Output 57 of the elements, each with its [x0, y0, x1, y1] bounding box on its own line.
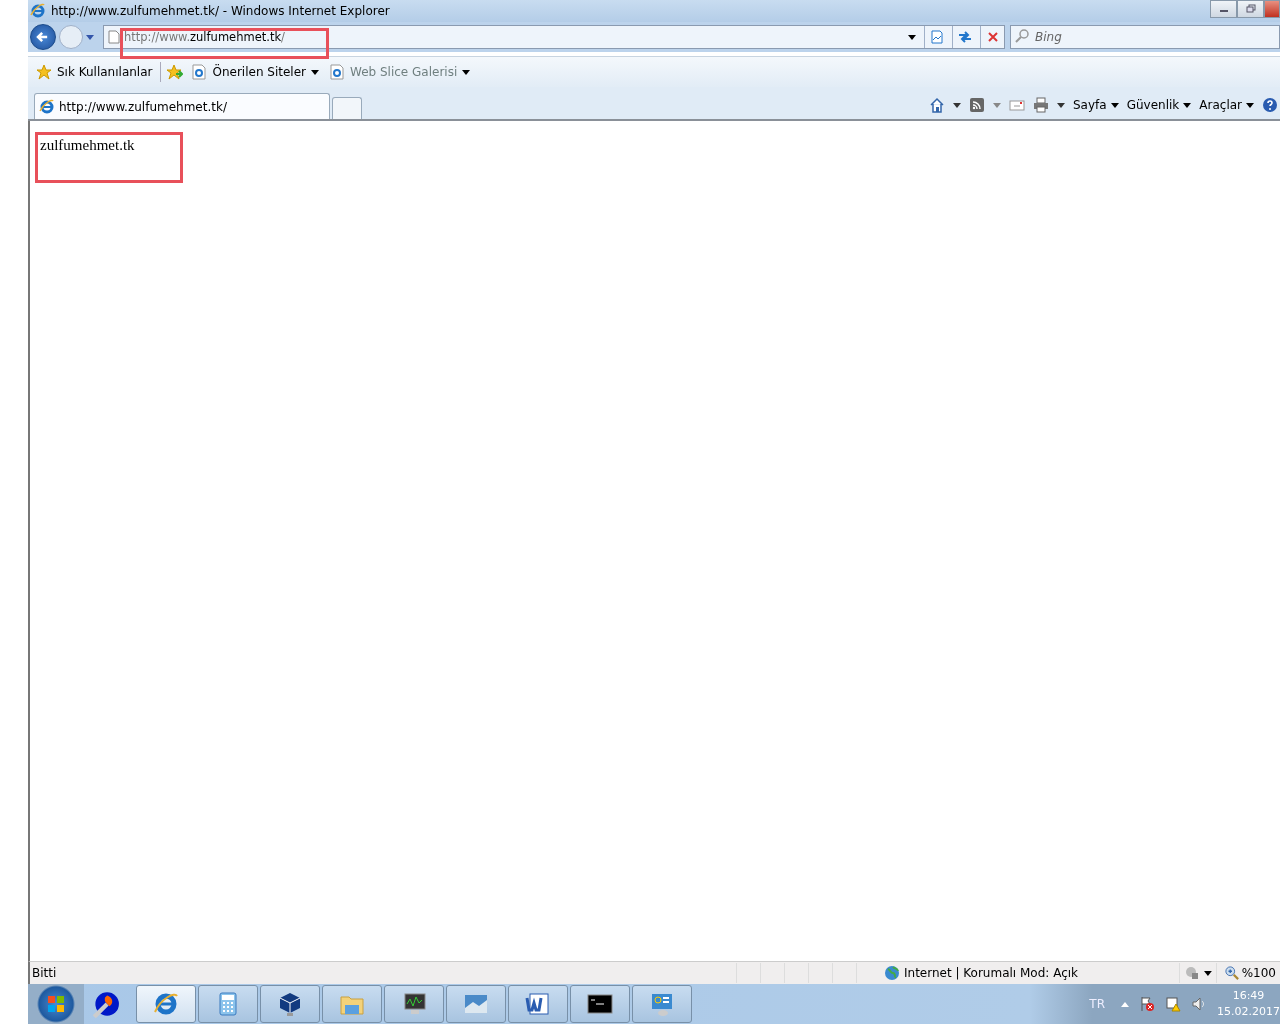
command-menu[interactable]: Araçlar [1199, 98, 1254, 112]
status-text: Bitti [31, 966, 58, 980]
browser-logo-icon [39, 98, 55, 115]
windows-logo-icon [46, 994, 66, 1014]
dropdown-arrow-icon [311, 69, 319, 75]
add-favorite-icon[interactable] [167, 64, 184, 80]
help-icon[interactable] [1262, 97, 1278, 113]
command-menu[interactable]: Sayfa [1073, 98, 1119, 112]
command-menu[interactable]: Güvenlik [1126, 98, 1192, 112]
taskbar-button[interactable] [384, 985, 444, 1023]
restore-icon [1244, 4, 1257, 14]
feed-icon[interactable] [969, 97, 985, 113]
taskbar-button[interactable] [260, 985, 320, 1023]
dropdown-arrow-icon[interactable] [953, 102, 961, 108]
favorites-bar-item[interactable]: Önerilen Siteler [189, 62, 321, 82]
start-button[interactable] [28, 984, 84, 1024]
dropdown-arrow-icon [1183, 102, 1192, 108]
close-button[interactable] [1264, 0, 1280, 18]
torch-icon[interactable] [90, 989, 120, 1019]
speaker-icon[interactable] [1191, 996, 1207, 1012]
show-hidden-icons-icon[interactable] [1121, 1001, 1129, 1007]
search-field[interactable]: Bing [1010, 25, 1280, 49]
search-icon [1014, 28, 1030, 44]
browser-tab[interactable]: http://www.zulfumehmet.tk/ [34, 93, 330, 119]
word-icon [524, 990, 552, 1018]
history-dropdown-icon[interactable] [86, 34, 94, 40]
address-text: http://www.zulfumehmet.tk/ [124, 30, 285, 44]
printer-icon[interactable] [1033, 97, 1049, 113]
dropdown-arrow-icon [1110, 102, 1119, 108]
page-chart-icon [928, 29, 945, 45]
globe-icon [884, 965, 900, 981]
refresh-icon [956, 29, 973, 45]
dropdown-arrow-icon [1246, 102, 1254, 108]
network-warning-icon[interactable] [1165, 996, 1181, 1012]
minimize-button[interactable] [1210, 0, 1237, 18]
restore-button[interactable] [1237, 0, 1264, 18]
window-title: http://www.zulfumehmet.tk/ - Windows Internet Explorer [51, 4, 390, 18]
taskbar-button[interactable] [570, 985, 630, 1023]
taskbar-button[interactable] [508, 985, 568, 1023]
back-button[interactable] [30, 24, 56, 50]
flag-icon[interactable] [1139, 996, 1155, 1012]
browser-logo-icon [30, 3, 46, 19]
security-zone-text: Internet | Korumalı Mod: Açık [904, 966, 1080, 980]
zoom-button[interactable]: %100 [1220, 966, 1280, 980]
web-page-icon [191, 64, 208, 80]
web-page-icon [329, 64, 345, 80]
home-icon[interactable] [929, 97, 945, 113]
magnifier-icon [1224, 966, 1239, 980]
dropdown-arrow-icon[interactable] [908, 34, 916, 40]
dropdown-arrow-icon[interactable] [1057, 102, 1065, 108]
dropdown-arrow-icon [462, 69, 471, 75]
page-text: zulfumehmet.tk [40, 137, 135, 153]
dropdown-arrow-icon[interactable] [1203, 970, 1212, 976]
favorites-button[interactable]: Sık Kullanılanlar [34, 62, 155, 82]
page-icon [108, 30, 120, 44]
star-icon [36, 64, 52, 80]
address-field[interactable]: http://www.zulfumehmet.tk/ [103, 25, 1005, 49]
